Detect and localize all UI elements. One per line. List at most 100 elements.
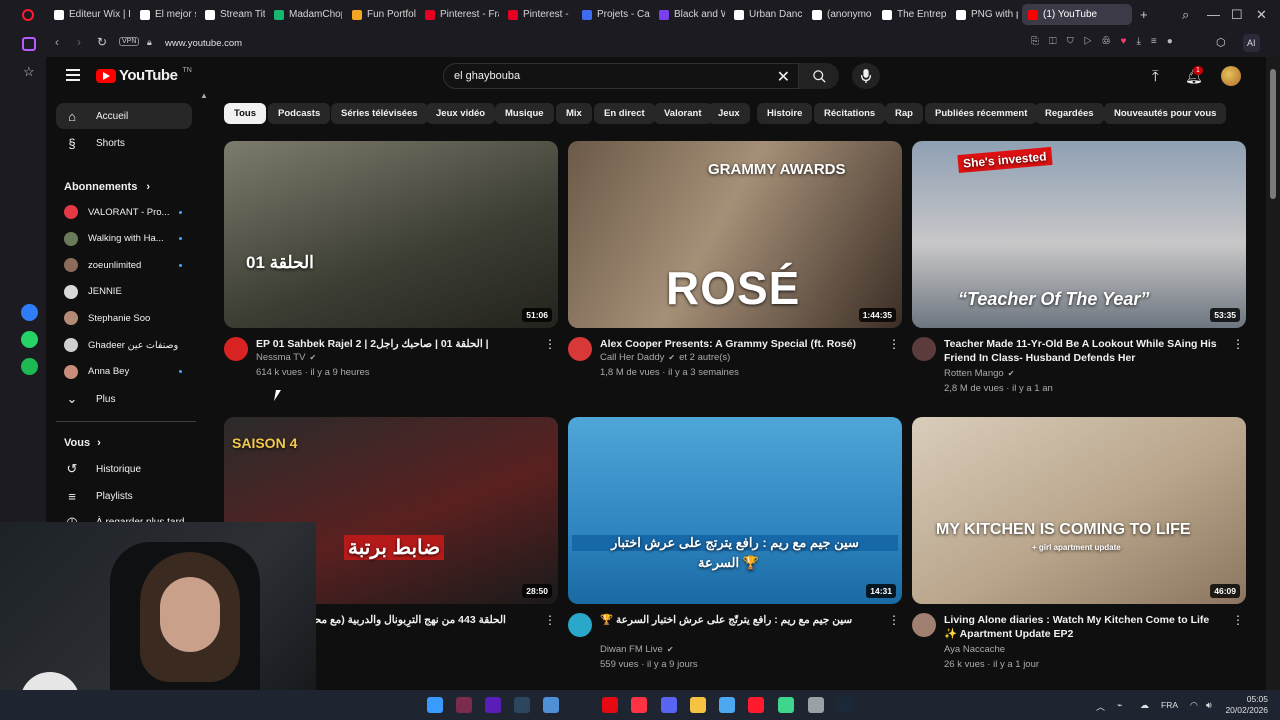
video-title[interactable]: Teacher Made 11-Yr-Old Be A Lookout Whil… xyxy=(944,337,1224,365)
settings-icon[interactable] xyxy=(808,697,824,713)
sidebar-item-playlists[interactable]: ≡ Playlists xyxy=(56,483,192,509)
video-thumbnail[interactable]: سين جيم مع ريم : رافع يترتج على عرش اختب… xyxy=(568,417,902,604)
file-explorer-icon[interactable] xyxy=(456,697,472,713)
browser-tab[interactable]: Stream Titles xyxy=(199,4,265,25)
vpn-badge[interactable]: VPN xyxy=(119,37,140,46)
video-title[interactable]: EP 01 Sahbek Rajel 2 | الحلقة 01 | صاحبك… xyxy=(256,337,536,351)
whatsapp-icon[interactable] xyxy=(21,331,38,348)
scrollbar-thumb[interactable] xyxy=(1270,69,1276,199)
record-icon[interactable] xyxy=(631,697,647,713)
video-title[interactable]: Alex Cooper Presents: A Grammy Special (… xyxy=(600,337,880,351)
voice-search-button[interactable] xyxy=(852,63,880,89)
more-options-icon[interactable]: ⋮ xyxy=(1232,613,1244,627)
you-heading[interactable]: Vous › xyxy=(64,437,101,449)
filter-chip[interactable]: Podcasts xyxy=(268,103,331,124)
filter-chip[interactable]: Valorant xyxy=(654,103,712,124)
browser-tab[interactable]: MadamChopin xyxy=(268,4,342,25)
more-options-icon[interactable]: ⋮ xyxy=(544,337,556,351)
sidebar-subscription[interactable]: Ghadeer وصنفات عين... xyxy=(56,333,192,357)
opera-icon[interactable] xyxy=(748,697,764,713)
filter-chip[interactable]: Musique xyxy=(495,103,554,124)
browser-tab[interactable]: El mejor softwa xyxy=(134,4,196,25)
create-icon[interactable]: ⤒ xyxy=(1152,68,1159,85)
photos-icon[interactable] xyxy=(719,697,735,713)
video-title[interactable]: Living Alone diaries : Watch My Kitchen … xyxy=(944,613,1224,641)
new-tab-icon[interactable]: + xyxy=(1140,7,1148,22)
more-options-icon[interactable]: ⋮ xyxy=(888,613,900,627)
video-thumbnail[interactable]: MY KITCHEN IS COMING TO LIFE + girl apart… xyxy=(912,417,1246,604)
close-window-icon[interactable]: ✕ xyxy=(1256,7,1267,23)
video-thumbnail[interactable]: ROSÉ GRAMMY AWARDS 1:44:35 xyxy=(568,141,902,328)
avatar[interactable] xyxy=(1221,66,1241,86)
channel-name[interactable]: Diwan FM Live ✔ xyxy=(600,644,674,655)
browser-tab[interactable]: Fun Portfolio P xyxy=(346,4,416,25)
steam-icon[interactable] xyxy=(514,697,530,713)
video-card[interactable]: ROSÉ GRAMMY AWARDS 1:44:35 Alex Cooper Pres… xyxy=(568,141,902,401)
channel-avatar[interactable] xyxy=(568,613,592,637)
search-input[interactable]: el ghaybouba ✕ xyxy=(443,63,799,89)
subscriptions-heading[interactable]: Abonnements › xyxy=(64,181,150,193)
clear-search-icon[interactable]: ✕ xyxy=(777,67,790,87)
messenger-icon[interactable] xyxy=(21,304,38,321)
sidebar-subscription[interactable]: Anna Bey xyxy=(56,360,192,384)
video-thumbnail[interactable]: “Teacher Of The Year” She's invested 53:35 xyxy=(912,141,1246,328)
channel-name[interactable]: Rotten Mango ✔ xyxy=(944,368,1014,379)
video-card[interactable]: الحلقة 01 51:06 EP 01 Sahbek Rajel 2 | الح… xyxy=(224,141,558,401)
more-options-icon[interactable]: ⋮ xyxy=(1232,337,1244,351)
browser-tab[interactable]: The Entreprene xyxy=(876,4,946,25)
youtube-logo[interactable]: YouTube TN xyxy=(96,67,192,84)
channel-avatar[interactable] xyxy=(912,337,936,361)
filter-chip[interactable]: Nouveautés pour vous xyxy=(1104,103,1227,124)
channel-name[interactable]: Call Her Daddy ✔ et 2 autre(s) xyxy=(600,352,730,363)
video-card[interactable]: “Teacher Of The Year” She's invested 53:35… xyxy=(912,141,1246,401)
spotify-icon[interactable] xyxy=(21,358,38,375)
url-text[interactable]: www.youtube.com xyxy=(165,38,242,49)
video-title[interactable]: 🏆 سين جيم مع ريم : رافع يترتّج على عرش ا… xyxy=(600,613,880,627)
sidebar-more[interactable]: ⌄ Plus xyxy=(56,386,192,412)
browser-tab[interactable]: PNG with paste xyxy=(950,4,1018,25)
filter-chip[interactable]: Jeux xyxy=(708,103,750,124)
more-options-icon[interactable]: ⋮ xyxy=(544,613,556,627)
browser-tab[interactable]: (1) YouTube xyxy=(1022,4,1132,25)
sidebar-item-history[interactable]: ↺ Historique xyxy=(56,456,192,482)
tray-language[interactable]: FRA xyxy=(1161,700,1178,710)
ai-button[interactable]: AI xyxy=(1243,34,1260,52)
browser-tab[interactable]: Projets - Canva xyxy=(576,4,650,25)
search-tabs-icon[interactable]: ⌕ xyxy=(1182,7,1189,23)
bookmarks-rail-icon[interactable]: ☆ xyxy=(23,64,35,80)
reload-icon[interactable]: ↻ xyxy=(97,35,107,49)
back-icon[interactable]: ‹ xyxy=(55,35,59,49)
sidebar-subscription[interactable]: Stephanie Soo xyxy=(56,306,192,330)
scrollbar[interactable] xyxy=(1266,57,1280,690)
sidebar-subscription[interactable]: Walking with Ha... xyxy=(56,227,192,251)
browser-tab[interactable]: Pinterest - Fran xyxy=(502,4,572,25)
tray-wifi-icon[interactable]: ◠ xyxy=(1190,700,1198,711)
folder-icon[interactable] xyxy=(690,697,706,713)
browser-tab[interactable]: (anonymous) xyxy=(806,4,872,25)
filter-chip[interactable]: En direct xyxy=(594,103,655,124)
tray-clock[interactable]: 05:05 20/02/2026 xyxy=(1222,694,1268,716)
mail-icon[interactable] xyxy=(778,697,794,713)
browser-tab[interactable]: Black and Whit xyxy=(653,4,725,25)
sidebar-subscription[interactable]: JENNIE xyxy=(56,280,192,304)
channel-name[interactable]: Aya Naccache xyxy=(944,644,1005,655)
menu-icon[interactable] xyxy=(66,69,80,81)
video-card[interactable]: MY KITCHEN IS COMING TO LIFE + girl apart… xyxy=(912,417,1246,677)
sidebar-subscription[interactable]: VALORANT - Pro... xyxy=(56,200,192,224)
channel-avatar[interactable] xyxy=(568,337,592,361)
sidebar-subscription[interactable]: zoeunlimited xyxy=(56,253,192,277)
sidebar-item-shorts[interactable]: § Shorts xyxy=(56,130,192,156)
filter-chip[interactable]: Séries télévisées xyxy=(331,103,428,124)
filter-chip[interactable]: Publiées récemment xyxy=(925,103,1038,124)
filter-chip[interactable]: Tous xyxy=(224,103,266,124)
home-rail-icon[interactable] xyxy=(22,37,36,51)
tray-chevron-icon[interactable]: ︿ xyxy=(1096,700,1105,713)
browser-tab[interactable]: Urban Dance P xyxy=(728,4,802,25)
tray-network-icon[interactable]: ⌁ xyxy=(1117,700,1122,711)
more-options-icon[interactable]: ⋮ xyxy=(888,337,900,351)
next-app-icon[interactable] xyxy=(485,697,501,713)
browser-tab[interactable]: Editeur Wix | E xyxy=(48,4,130,25)
windows-start-icon[interactable] xyxy=(427,697,443,713)
channel-name[interactable]: Nessma TV ✔ xyxy=(256,352,316,363)
filter-chip[interactable]: Rap xyxy=(885,103,923,124)
